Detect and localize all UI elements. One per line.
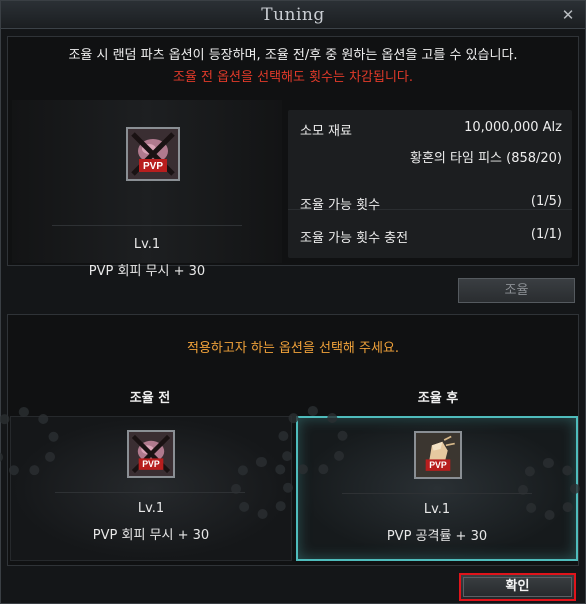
count-label: 조율 가능 횟수	[300, 198, 381, 213]
cost-value: 10,000,000 Alz	[464, 120, 562, 135]
tuning-window: Tuning ✕ 조율 시 랜덤 파츠 옵션이 등장하며, 조율 전/후 중 원…	[0, 0, 586, 604]
before-header: 조율 전	[129, 391, 171, 406]
after-option-name: PVP 공격률 + 30	[386, 529, 488, 544]
divider	[55, 492, 245, 493]
before-level: Lv.1	[137, 501, 165, 516]
confirm-label: 확인	[505, 579, 530, 594]
tune-button[interactable]: 조율	[458, 278, 575, 303]
after-header: 조율 후	[417, 391, 459, 406]
recharge-label: 조율 가능 횟수 충전	[300, 231, 409, 246]
after-option-card[interactable]: PVP Lv.1 PVP 공격률 + 30	[278, 406, 580, 561]
svg-text:PVP: PVP	[143, 161, 163, 172]
title-bar[interactable]: Tuning ✕	[1, 1, 585, 29]
count-value: (1/5)	[530, 194, 562, 209]
confirm-button[interactable]: 확인	[459, 573, 576, 601]
recharge-value: (1/1)	[530, 227, 562, 242]
gear-decoration	[0, 407, 59, 477]
after-level: Lv.1	[423, 502, 451, 517]
material-value: 황혼의 타임 피스 (858/20)	[410, 151, 562, 166]
divider	[342, 493, 532, 494]
close-icon[interactable]: ✕	[559, 6, 577, 24]
item-option-name: PVP 회피 무시 + 30	[88, 264, 206, 279]
material-info-box: 소모 재료 10,000,000 Alz 황혼의 타임 피스 (858/20) …	[288, 110, 572, 258]
warning-text: 조율 전 옵션을 선택해도 횟수는 차감됩니다.	[172, 70, 414, 85]
divider	[52, 225, 242, 226]
tuning-info-panel: 조율 시 랜덤 파츠 옵션이 등장하며, 조율 전/후 중 원하는 옵션을 고를…	[7, 36, 579, 279]
pvp-evasion-ignore-icon: PVP	[126, 127, 180, 181]
select-message: 적용하고자 하는 옵션을 선택해 주세요.	[186, 341, 400, 356]
option-select-panel: 적용하고자 하는 옵션을 선택해 주세요. 조율 전 조율 후 PVP Lv.1…	[0, 314, 580, 566]
current-item-slot: PVP Lv.1 PVP 회피 무시 + 30	[12, 100, 282, 279]
window-title: Tuning	[261, 5, 325, 25]
before-option-name: PVP 회피 무시 + 30	[92, 528, 210, 543]
pvp-attack-rate-icon: PVP	[414, 431, 462, 479]
cost-label: 소모 재료	[300, 124, 352, 139]
gear-decoration	[278, 406, 348, 476]
svg-text:PVP: PVP	[429, 460, 447, 470]
pvp-evasion-ignore-icon: PVP	[127, 430, 175, 478]
notice-text: 조율 시 랜덤 파츠 옵션이 등장하며, 조율 전/후 중 원하는 옵션을 고를…	[68, 48, 518, 63]
before-option-card[interactable]: PVP Lv.1 PVP 회피 무시 + 30	[0, 407, 293, 561]
item-level: Lv.1	[133, 237, 161, 252]
svg-text:PVP: PVP	[142, 459, 160, 469]
notice: 조율 시 랜덤 파츠 옵션이 등장하며, 조율 전/후 중 원하는 옵션을 고를…	[8, 45, 578, 89]
